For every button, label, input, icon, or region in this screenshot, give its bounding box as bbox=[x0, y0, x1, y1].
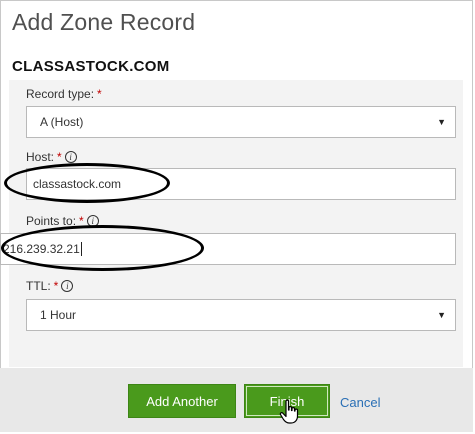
record-type-label-text: Record type: bbox=[26, 87, 95, 101]
add-another-button[interactable]: Add Another bbox=[128, 384, 236, 418]
cancel-link[interactable]: Cancel bbox=[340, 395, 380, 410]
required-marker: * bbox=[57, 150, 62, 164]
dialog-title: Add Zone Record bbox=[12, 9, 196, 35]
points-to-label-text: Points to: bbox=[26, 214, 77, 228]
points-to-input[interactable]: 216.239.32.21 bbox=[0, 233, 456, 265]
host-label-text: Host: bbox=[26, 150, 55, 164]
text-caret bbox=[80, 242, 82, 256]
points-to-input-value: 216.239.32.21 bbox=[3, 242, 80, 256]
dropdown-arrow-icon: ▼ bbox=[437, 117, 446, 127]
ttl-value: 1 Hour bbox=[40, 308, 77, 322]
record-type-select[interactable]: A (Host) ▼ bbox=[26, 106, 456, 138]
ttl-label: TTL: * i bbox=[26, 279, 74, 293]
required-marker: * bbox=[53, 279, 59, 293]
required-marker: * bbox=[79, 214, 84, 228]
info-icon[interactable]: i bbox=[86, 215, 99, 227]
info-icon[interactable]: i bbox=[64, 151, 77, 163]
host-input[interactable]: classastock.com bbox=[26, 168, 456, 200]
domain-name: CLASSASTOCK.COM bbox=[12, 58, 170, 75]
points-to-label: Points to: * i bbox=[26, 214, 99, 228]
hand-cursor-icon bbox=[279, 399, 299, 424]
host-label: Host: * i bbox=[26, 150, 77, 164]
record-type-label: Record type: * bbox=[26, 87, 102, 101]
info-icon[interactable]: i bbox=[61, 280, 74, 292]
required-marker: * bbox=[97, 87, 102, 101]
dialog-footer bbox=[0, 368, 473, 432]
host-input-value: classastock.com bbox=[33, 177, 122, 191]
record-type-value: A (Host) bbox=[40, 115, 84, 129]
ttl-label-text: TTL: bbox=[26, 279, 51, 293]
ttl-select[interactable]: 1 Hour ▼ bbox=[26, 299, 456, 331]
dropdown-arrow-icon: ▼ bbox=[437, 310, 446, 320]
